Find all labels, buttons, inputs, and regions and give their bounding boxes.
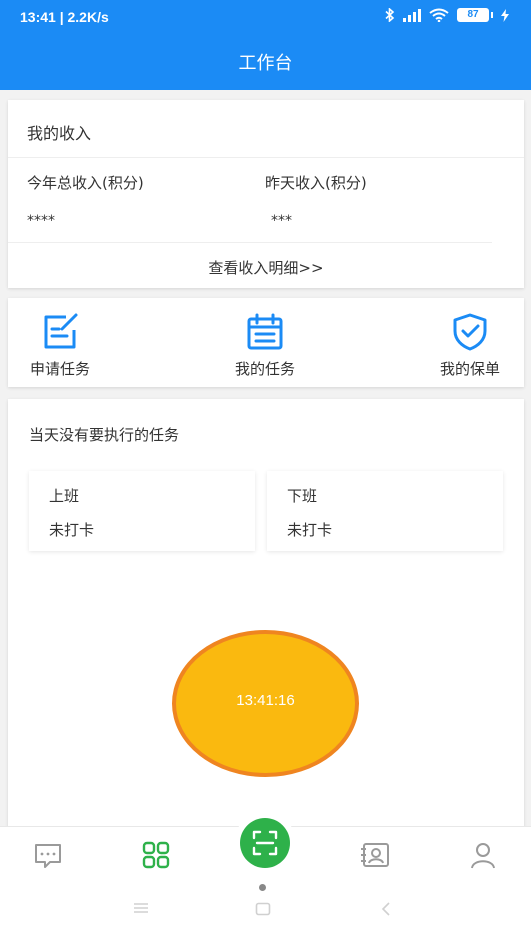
income-title: 我的收入 — [27, 124, 92, 143]
charging-icon — [501, 8, 509, 22]
divider — [8, 157, 524, 158]
page-indicator-dot — [259, 884, 266, 891]
message-icon[interactable] — [32, 839, 64, 871]
clock-out-box: 下班 未打卡 — [267, 471, 503, 551]
battery-tip — [491, 12, 493, 18]
clock-out-status: 未打卡 — [287, 521, 333, 539]
apply-task-icon — [44, 313, 78, 349]
quick-actions: 申请任务 我的任务 我的保单 — [8, 298, 524, 387]
clock-in-label: 上班 — [49, 487, 80, 505]
action-label: 我的任务 — [234, 360, 295, 378]
year-income-value: **** — [27, 213, 55, 229]
divider — [8, 242, 492, 243]
back-icon[interactable] — [381, 902, 391, 916]
clock-in-status: 未打卡 — [49, 521, 95, 539]
punch-clock-button[interactable]: 13:41:16 — [172, 630, 359, 777]
system-nav-bar — [0, 884, 531, 928]
shield-check-icon — [453, 313, 487, 351]
yesterday-income-value: *** — [271, 213, 292, 229]
year-income-label: 今年总收入(积分) — [27, 174, 144, 192]
income-detail-link[interactable]: 查看收入明细>> — [8, 257, 524, 278]
profile-icon[interactable] — [467, 839, 499, 871]
calendar-task-icon — [247, 313, 283, 350]
bluetooth-icon — [385, 8, 395, 22]
signal-icon — [403, 8, 421, 22]
contacts-icon[interactable] — [359, 839, 391, 871]
apply-task-button[interactable]: 申请任务 — [20, 298, 100, 387]
scan-icon — [252, 830, 278, 856]
yesterday-income-label: 昨天收入(积分) — [265, 174, 367, 192]
app-header: 13:41 | 2.2K/s 87 工作台 — [0, 0, 531, 90]
no-task-text: 当天没有要执行的任务 — [29, 426, 180, 444]
clock-out-label: 下班 — [287, 487, 318, 505]
my-policy-button[interactable]: 我的保单 — [430, 298, 510, 387]
clock-in-box: 上班 未打卡 — [29, 471, 255, 551]
workbench-icon[interactable] — [140, 839, 172, 871]
status-bar: 13:41 | 2.2K/s 87 — [0, 0, 531, 36]
scan-button[interactable] — [240, 818, 290, 868]
my-tasks-button[interactable]: 我的任务 — [225, 298, 305, 387]
battery-icon: 87 — [457, 8, 489, 22]
status-icons: 87 — [385, 8, 509, 22]
menu-icon[interactable] — [133, 902, 149, 914]
action-label: 我的保单 — [439, 360, 500, 378]
wifi-icon — [429, 8, 449, 22]
income-card: 我的收入 今年总收入(积分) 昨天收入(积分) **** *** 查看收入明细>… — [8, 100, 524, 288]
status-time: 13:41 | 2.2K/s — [20, 9, 109, 25]
home-icon[interactable] — [255, 902, 271, 916]
punch-time: 13:41:16 — [236, 692, 295, 709]
page-title: 工作台 — [238, 53, 293, 74]
action-label: 申请任务 — [29, 360, 90, 378]
